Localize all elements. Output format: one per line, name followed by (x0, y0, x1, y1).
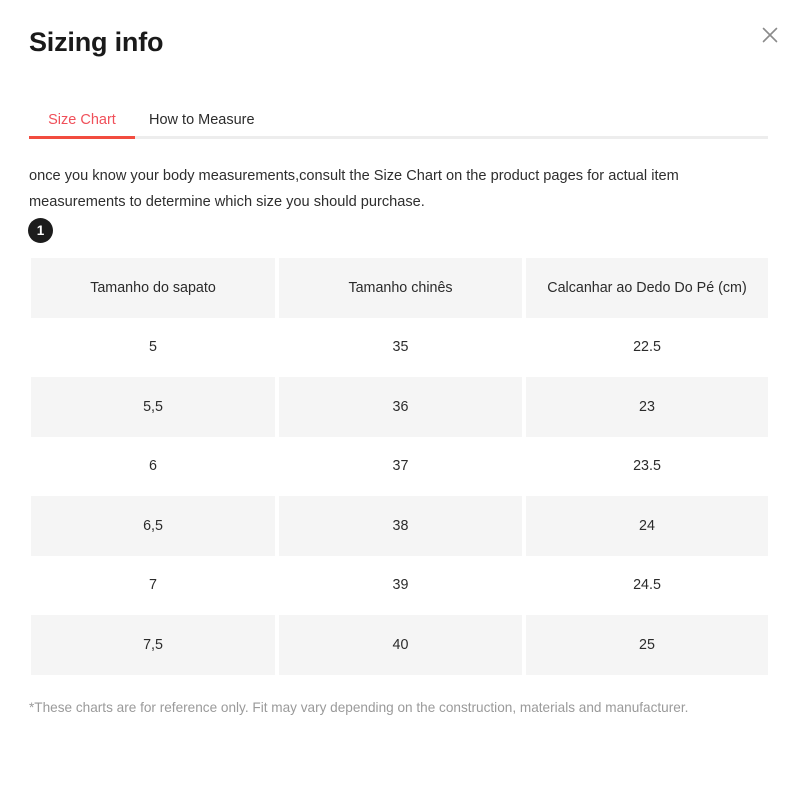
column-header-heel-to-toe: Calcanhar ao Dedo Do Pé (cm) (522, 258, 768, 318)
table-row: 7 39 24.5 (31, 555, 768, 615)
cell-heel-to-toe: 25 (522, 615, 768, 675)
table-row: 7,5 40 25 (31, 615, 768, 675)
close-icon-glyph (762, 27, 778, 43)
cell-shoe-size: 5,5 (31, 377, 275, 437)
tab-how-to-measure[interactable]: How to Measure (149, 112, 255, 134)
page-title: Sizing info (29, 27, 164, 57)
step-badge: 1 (28, 218, 53, 243)
tabs-row: Size Chart How to Measure (29, 104, 768, 134)
column-header-shoe-size: Tamanho do sapato (31, 258, 275, 318)
cell-heel-to-toe: 24 (522, 496, 768, 556)
cell-chinese-size: 35 (275, 317, 522, 377)
cell-heel-to-toe: 23 (522, 377, 768, 437)
cell-chinese-size: 39 (275, 555, 522, 615)
tabs: Size Chart How to Measure (29, 104, 768, 139)
tab-active-indicator (29, 136, 135, 139)
tabs-underline (29, 136, 768, 139)
table-row: 6,5 38 24 (31, 496, 768, 556)
cell-heel-to-toe: 23.5 (522, 436, 768, 496)
cell-shoe-size: 5 (31, 317, 275, 377)
cell-shoe-size: 7 (31, 555, 275, 615)
table-row: 5,5 36 23 (31, 377, 768, 437)
column-header-chinese-size: Tamanho chinês (275, 258, 522, 318)
table-row: 5 35 22.5 (31, 317, 768, 377)
cell-shoe-size: 6,5 (31, 496, 275, 556)
description-text: once you know your body measurements,con… (29, 168, 679, 210)
cell-chinese-size: 36 (275, 377, 522, 437)
cell-heel-to-toe: 22.5 (522, 317, 768, 377)
table-row: 6 37 23.5 (31, 436, 768, 496)
cell-chinese-size: 40 (275, 615, 522, 675)
cell-shoe-size: 7,5 (31, 615, 275, 675)
cell-chinese-size: 37 (275, 436, 522, 496)
cell-heel-to-toe: 24.5 (522, 555, 768, 615)
table-header-row: Tamanho do sapato Tamanho chinês Calcanh… (31, 258, 768, 318)
cell-chinese-size: 38 (275, 496, 522, 556)
tab-size-chart[interactable]: Size Chart (29, 112, 135, 134)
sizing-info-modal: Sizing info Size Chart How to Measure on… (0, 0, 800, 800)
close-icon[interactable] (757, 22, 783, 48)
size-chart-table: Tamanho do sapato Tamanho chinês Calcanh… (31, 258, 768, 675)
cell-shoe-size: 6 (31, 436, 275, 496)
footer-disclaimer: *These charts are for reference only. Fi… (29, 700, 689, 715)
